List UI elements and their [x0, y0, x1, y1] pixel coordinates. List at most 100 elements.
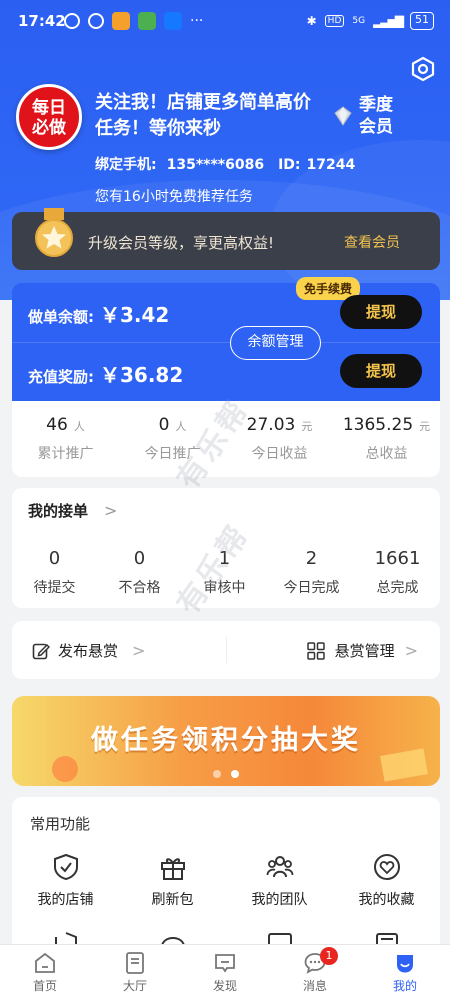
reward-manage-label: 悬赏管理 [334, 642, 395, 660]
gift-icon [160, 858, 185, 880]
stat-label: 累计推广 [37, 446, 94, 462]
diamond-icon [334, 106, 352, 126]
hall-icon [126, 952, 144, 974]
order-balance-label: 做单余额: [28, 308, 94, 326]
stat-value: 0 [158, 415, 170, 435]
shop-logo[interactable]: 每日必做 [16, 84, 82, 150]
tab-label: 我的 [392, 979, 417, 993]
earnings-stats: 46 人 累计推广 0人 今日推广 27.03 元 今日收益 1365.25 元 总收… [12, 401, 440, 477]
order-status-label: 审核中 [203, 580, 246, 596]
tab-label: 首页 [32, 979, 57, 993]
tab-messages[interactable]: 消息 1 [270, 947, 360, 994]
function-label: 我的团队 [251, 892, 308, 908]
stat-unit: 人 [73, 420, 85, 433]
stat-today-referrals[interactable]: 0人 今日推广 [119, 415, 226, 463]
common-functions-card: 常用功能 我的店铺 刷新包 我的团队 我的收藏 [12, 797, 440, 957]
phone-label: 绑定手机: [95, 157, 157, 173]
divider [226, 637, 227, 663]
alipay-icon [164, 12, 182, 30]
status-right: ✱ HD 5G ▂▃▅▇ 51 [307, 12, 434, 30]
my-favorites-button[interactable]: 我的收藏 [333, 853, 440, 909]
settings-icon[interactable] [410, 56, 436, 82]
tab-profile[interactable]: 我的 [360, 951, 450, 994]
bottom-tab-bar: 首页 大厅 发现 消息 1 我的 [0, 944, 450, 1000]
tab-label: 消息 [302, 979, 327, 993]
order-status-label: 不合格 [118, 580, 161, 596]
bluetooth-icon: ✱ [306, 14, 317, 28]
stat-label: 今日收益 [251, 446, 308, 462]
carousel-dot-active[interactable] [231, 770, 239, 778]
tab-label: 发现 [212, 979, 237, 993]
stat-value: 1365.25 [342, 415, 414, 435]
phone-number: 135****6086 [166, 157, 265, 173]
balance-manage-button[interactable]: 余额管理 [230, 326, 321, 360]
order-completed-total[interactable]: 1661 总完成 [355, 548, 440, 597]
my-shop-button[interactable]: 我的店铺 [12, 853, 119, 909]
status-bar: 17:42 ··· ✱ HD 5G ▂▃▅▇ 51 [0, 0, 450, 44]
withdraw-order-button[interactable]: 提现 [340, 295, 422, 329]
team-icon [266, 856, 293, 878]
withdraw-reward-button[interactable]: 提现 [340, 354, 422, 388]
reward-actions-card: 发布悬赏 > 悬赏管理 > [12, 621, 440, 679]
chevron-right-icon: > [132, 641, 146, 660]
tab-hall[interactable]: 大厅 [90, 951, 180, 994]
profile-icon [397, 955, 413, 973]
edit-icon [32, 643, 50, 659]
app-notification-icon [112, 12, 130, 30]
chevron-right-icon[interactable]: > [104, 501, 117, 520]
divider [12, 342, 440, 343]
recharge-reward: 充值奖励: ￥36.82 [28, 359, 183, 388]
shop-headline: 关注我！店铺更多简单高价任务！等你来秒 [95, 92, 311, 139]
refresh-pack-button[interactable]: 刷新包 [119, 853, 226, 909]
stat-total-earnings[interactable]: 1365.25 元 总收益 [333, 415, 440, 463]
member-upgrade-bar[interactable]: 升级会员等级，享更高权益! 查看会员 [12, 208, 440, 270]
hd-badge: HD [324, 15, 345, 27]
stat-value: 46 [46, 415, 68, 435]
promo-banner[interactable]: 做任务领积分抽大奖 [12, 696, 440, 786]
user-id: 17244 [306, 157, 356, 173]
stat-unit: 人 [175, 420, 187, 433]
order-count: 0 [133, 548, 146, 569]
my-orders-card: 我的接单 > 0 待提交 0 不合格 1 审核中 2 今日完成 1661 总完成 [12, 488, 440, 608]
alarm-icon [88, 13, 104, 29]
app-notification-icon [138, 12, 156, 30]
view-member-link[interactable]: 查看会员 [344, 232, 400, 252]
heart-icon [373, 854, 400, 880]
my-team-button[interactable]: 我的团队 [226, 853, 333, 909]
function-label: 刷新包 [151, 892, 194, 908]
my-orders-title[interactable]: 我的接单 [28, 500, 88, 521]
stat-unit: 元 [301, 420, 313, 433]
battery-icon: 51 [410, 12, 434, 30]
publish-reward-button[interactable]: 发布悬赏 > [32, 640, 145, 661]
function-label: 我的店铺 [37, 892, 94, 908]
tab-label: 大厅 [122, 979, 147, 993]
tab-discover[interactable]: 发现 [180, 951, 270, 994]
order-completed-today[interactable]: 2 今日完成 [269, 548, 354, 597]
chevron-right-icon: > [404, 641, 418, 660]
carousel-dot[interactable] [213, 770, 221, 778]
member-upgrade-text: 升级会员等级，享更高权益! [88, 234, 275, 252]
common-functions-title: 常用功能 [30, 815, 91, 833]
order-status-label: 待提交 [33, 580, 76, 596]
order-unqualified[interactable]: 0 不合格 [97, 548, 182, 597]
order-count: 1661 [374, 548, 421, 569]
vip-badge[interactable]: 季度会员 [333, 94, 399, 138]
order-count: 0 [48, 548, 61, 569]
shop-shield-icon [53, 853, 78, 881]
account-info: 绑定手机: 135****6086 ID: 17244 [95, 154, 365, 174]
order-status-label: 总完成 [376, 580, 419, 596]
banner-text: 做任务领积分抽大奖 [91, 725, 361, 756]
reward-manage-button[interactable]: 悬赏管理 > [306, 640, 418, 661]
order-under-review[interactable]: 1 审核中 [182, 548, 267, 597]
stat-unit: 元 [419, 420, 431, 433]
stat-today-earnings[interactable]: 27.03 元 今日收益 [226, 415, 333, 463]
home-icon [35, 952, 55, 973]
tab-home[interactable]: 首页 [0, 951, 90, 994]
discover-icon [215, 954, 235, 973]
more-icon: ··· [190, 13, 204, 29]
stat-total-referrals[interactable]: 46 人 累计推广 [12, 415, 119, 463]
order-balance-value: ￥3.42 [100, 303, 170, 327]
medal-icon [35, 208, 73, 257]
order-pending-submit[interactable]: 0 待提交 [12, 548, 97, 597]
id-label: ID: [278, 157, 301, 173]
